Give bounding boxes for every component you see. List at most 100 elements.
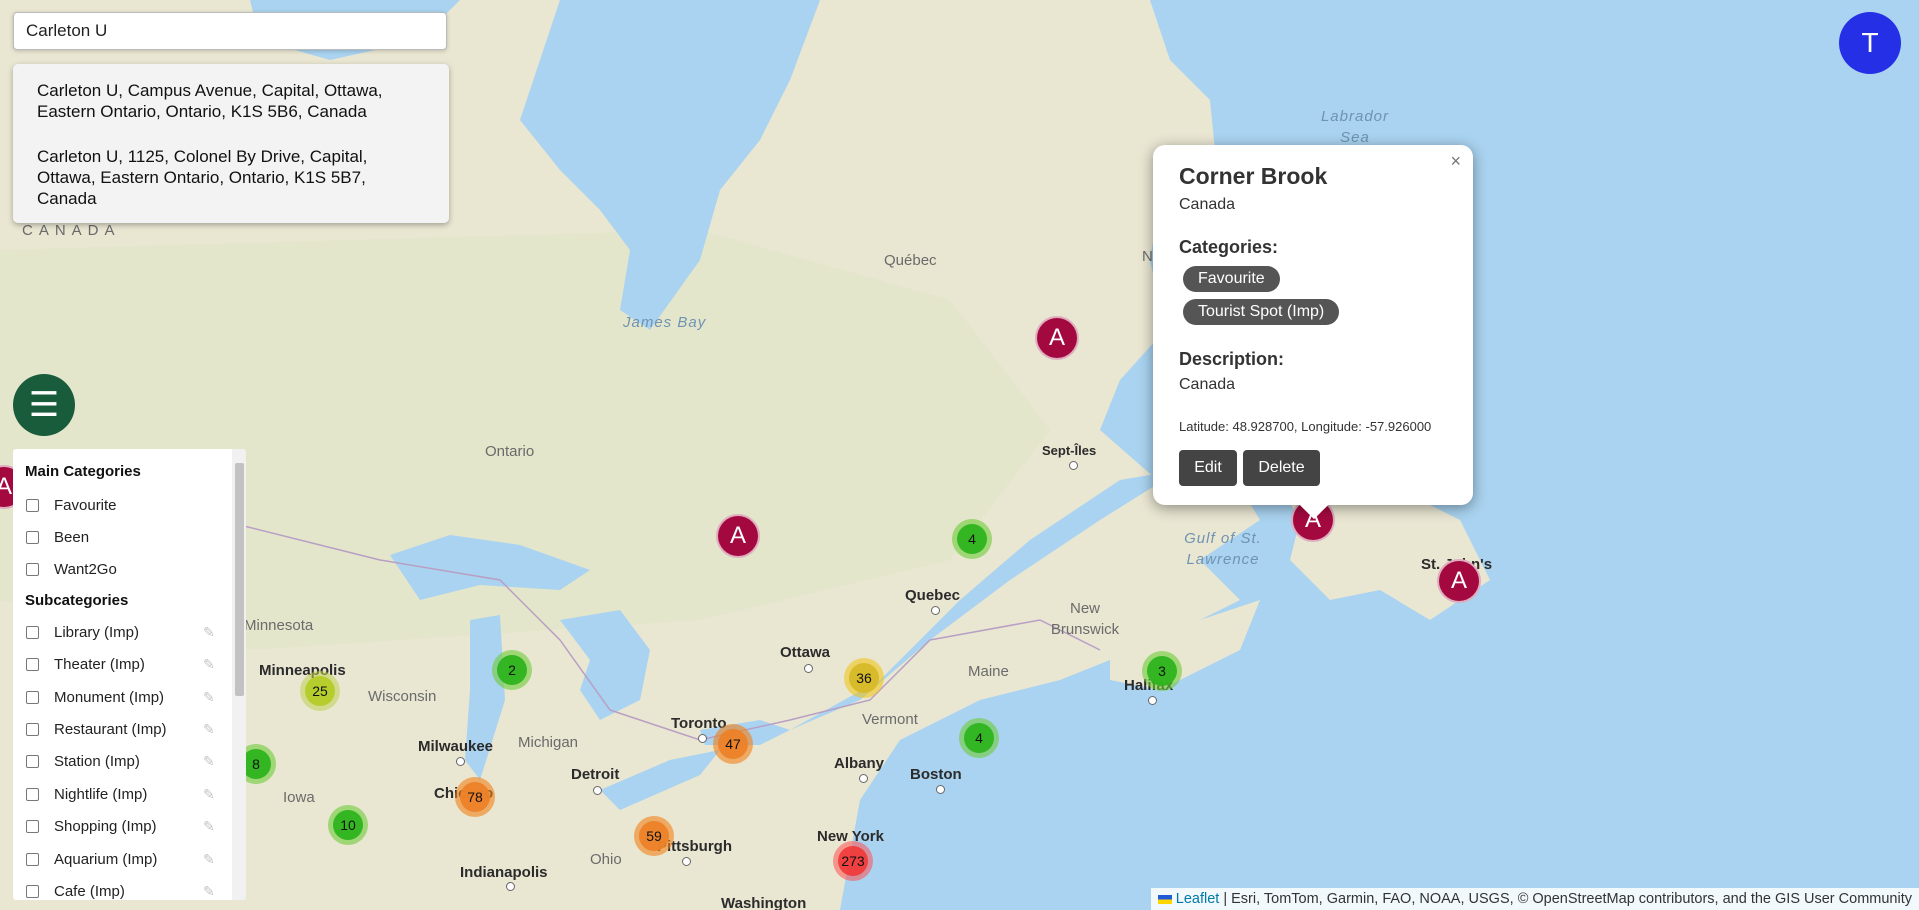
subcategory-item[interactable]: Cafe (Imp) ✎ (13, 875, 246, 900)
cluster-count: 273 (838, 846, 868, 876)
attribution-text: | Esri, TomTom, Garmin, FAO, NOAA, USGS,… (1223, 891, 1912, 907)
checkbox[interactable] (26, 658, 39, 672)
marker-cluster[interactable]: 4 (959, 718, 999, 758)
pencil-icon[interactable]: ✎ (203, 818, 215, 835)
popup-subtitle: Canada (1179, 196, 1236, 213)
popup-title: Corner Brook (1179, 163, 1328, 189)
map-label-nova: N (1142, 248, 1153, 265)
map-label-gulf: Gulf of St. Lawrence (1184, 530, 1262, 568)
marker-cluster[interactable]: 36 (844, 658, 884, 698)
cluster-count: 36 (849, 663, 879, 693)
city-dot (936, 785, 945, 794)
subcategory-item[interactable]: Library (Imp) ✎ (13, 616, 246, 648)
checkbox[interactable] (26, 852, 39, 866)
subcategory-label: Aquarium (Imp) (54, 850, 158, 868)
checkbox[interactable] (26, 755, 39, 769)
map-label-ottawa: Ottawa (780, 644, 831, 661)
subcategory-label: Monument (Imp) (54, 688, 165, 706)
checkbox[interactable] (26, 787, 39, 801)
category-filter-panel: Main Categories Favourite Been Want2Go Sub… (13, 449, 246, 900)
main-category-item[interactable]: Favourite (13, 489, 246, 521)
pencil-icon[interactable]: ✎ (203, 656, 215, 673)
pencil-icon[interactable]: ✎ (203, 753, 215, 770)
map-label-ontario: Ontario (485, 443, 535, 460)
pencil-icon[interactable]: ✎ (203, 883, 215, 900)
subcategory-item[interactable]: Station (Imp) ✎ (13, 746, 246, 778)
marker-cluster[interactable]: 2 (492, 650, 532, 690)
checkbox[interactable] (26, 690, 39, 704)
map-label-maine: Maine (968, 663, 1009, 680)
marker-cluster[interactable]: 25 (300, 671, 340, 711)
map-label-quebec-city: Quebec (905, 587, 961, 604)
marker-cluster[interactable]: 4 (952, 519, 992, 559)
map-label-new-brunswick: New Brunswick (1050, 600, 1120, 638)
place-marker[interactable]: A (1035, 316, 1079, 360)
marker-cluster[interactable]: 3 (1142, 651, 1182, 691)
map-label-michigan: Michigan (518, 734, 579, 751)
pencil-icon[interactable]: ✎ (203, 624, 215, 641)
pencil-icon[interactable]: ✎ (203, 786, 215, 803)
cluster-count: 10 (333, 810, 363, 840)
subcategories-title: Subcategories (25, 592, 129, 610)
checkbox[interactable] (26, 563, 39, 577)
pencil-icon[interactable]: ✎ (203, 721, 215, 738)
categories-label: Categories: (1179, 237, 1279, 257)
category-label: Want2Go (54, 561, 117, 579)
main-category-item[interactable]: Been (13, 521, 246, 553)
edit-button[interactable]: Edit (1179, 450, 1237, 486)
city-dot (1148, 696, 1157, 705)
marker-cluster[interactable]: 10 (328, 805, 368, 845)
subcategory-label: Cafe (Imp) (54, 882, 125, 900)
close-icon[interactable]: × (1450, 151, 1461, 172)
category-label: Been (54, 529, 90, 547)
main-category-item[interactable]: Want2Go (13, 554, 246, 586)
subcategory-label: Nightlife (Imp) (54, 785, 148, 803)
place-marker[interactable]: A (1437, 559, 1481, 603)
delete-button[interactable]: Delete (1243, 450, 1320, 486)
checkbox[interactable] (26, 820, 39, 834)
checkbox[interactable] (26, 723, 39, 737)
marker-cluster[interactable]: 273 (833, 841, 873, 881)
main-categories-title: Main Categories (25, 463, 141, 480)
category-pill: Tourist Spot (Imp) (1183, 299, 1340, 325)
map-label-detroit: Detroit (571, 766, 620, 783)
description-label: Description: (1179, 349, 1285, 369)
search-input[interactable] (13, 12, 447, 50)
marker-cluster[interactable]: 59 (634, 816, 674, 856)
city-dot (804, 664, 813, 673)
checkbox[interactable] (26, 498, 39, 512)
marker-cluster[interactable]: 47 (713, 724, 753, 764)
marker-cluster[interactable]: 78 (455, 777, 495, 817)
subcategory-label: Theater (Imp) (54, 656, 145, 674)
pencil-icon[interactable]: ✎ (203, 851, 215, 868)
map-attribution: Leaflet | Esri, TomTom, Garmin, FAO, NOA… (1150, 888, 1919, 910)
subcategory-label: Library (Imp) (54, 623, 140, 641)
pencil-icon[interactable]: ✎ (203, 689, 215, 706)
search-suggestions: Carleton U, Campus Avenue, Capital, Otta… (13, 64, 449, 223)
city-dot (698, 734, 707, 743)
suggestion-item[interactable]: Carleton U, Campus Avenue, Capital, Otta… (13, 74, 449, 128)
popup-description: Canada (1179, 376, 1236, 393)
menu-toggle-button[interactable]: ☰ (13, 374, 75, 436)
leaflet-link[interactable]: Leaflet (1176, 891, 1220, 907)
user-avatar[interactable]: T (1839, 12, 1901, 74)
map-label-washington: Washington (721, 895, 807, 910)
city-dot (456, 757, 465, 766)
map-label-vermont: Vermont (862, 711, 918, 728)
category-label: Favourite (54, 496, 117, 514)
checkbox[interactable] (26, 625, 39, 639)
checkbox[interactable] (26, 884, 39, 898)
subcategory-item[interactable]: Shopping (Imp) ✎ (13, 811, 246, 843)
checkbox[interactable] (26, 531, 39, 545)
suggestion-item[interactable]: Carleton U, 1125, Colonel By Drive, Capi… (13, 140, 449, 215)
subcategory-item[interactable]: Nightlife (Imp) ✎ (13, 778, 246, 810)
subcategory-item[interactable]: Aquarium (Imp) ✎ (13, 843, 246, 875)
city-dot (859, 774, 868, 783)
subcategory-item[interactable]: Restaurant (Imp) ✎ (13, 713, 246, 745)
map-label-labrador-sea: Labrador Sea (1320, 108, 1390, 146)
place-marker[interactable]: A (716, 514, 760, 558)
subcategory-label: Restaurant (Imp) (54, 721, 167, 739)
subcategory-item[interactable]: Theater (Imp) ✎ (13, 649, 246, 681)
cluster-count: 59 (639, 821, 669, 851)
subcategory-item[interactable]: Monument (Imp) ✎ (13, 681, 246, 713)
